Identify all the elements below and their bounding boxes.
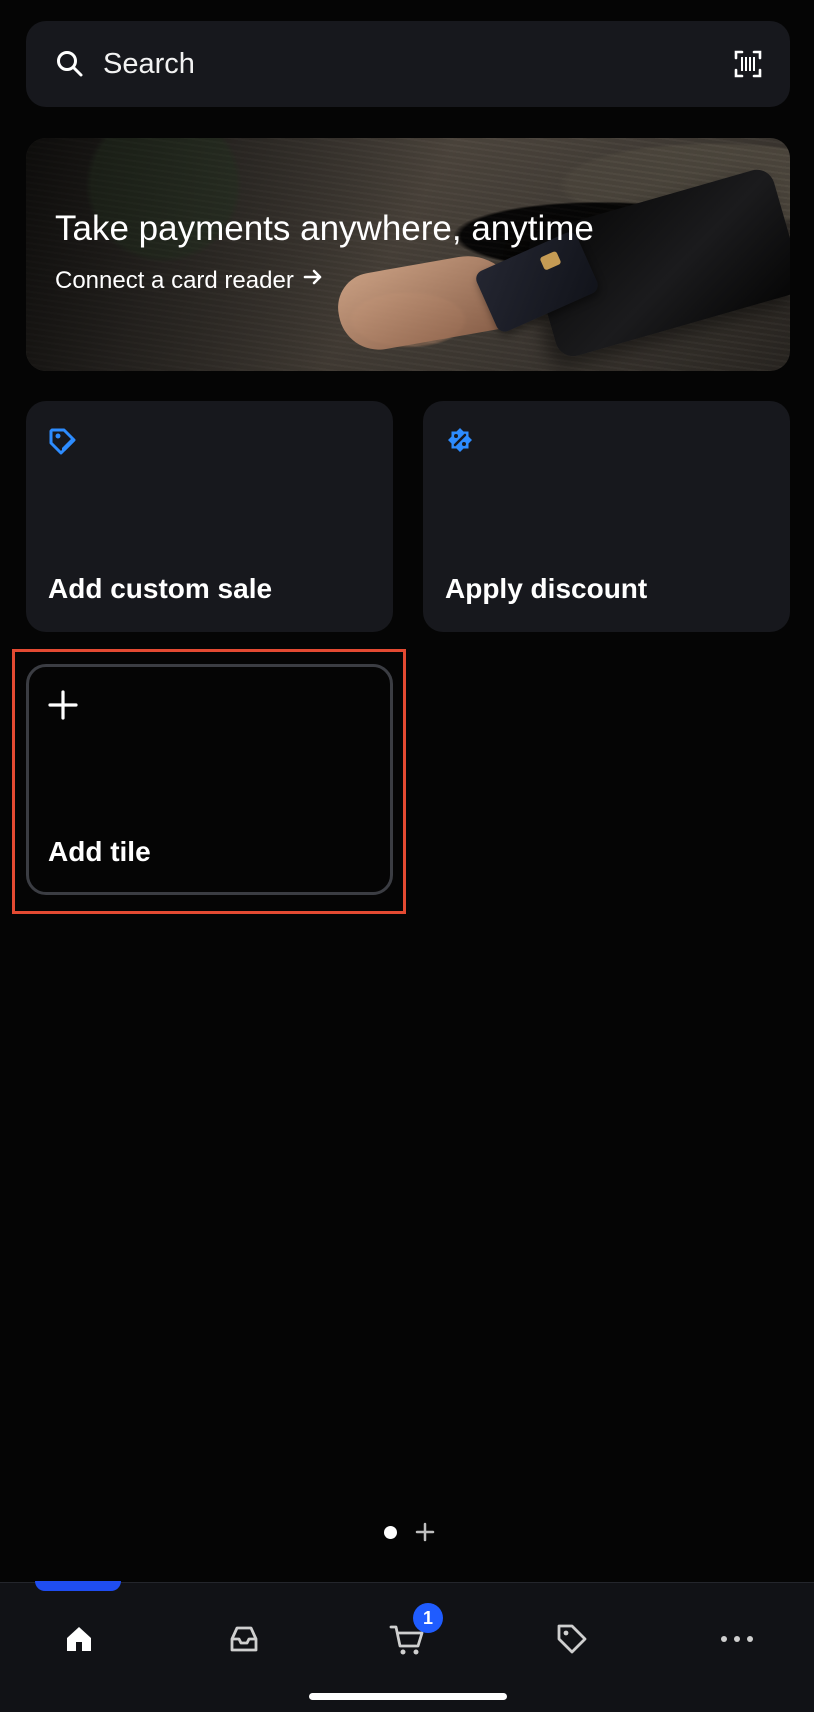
card-chip-icon bbox=[539, 250, 562, 271]
nav-home[interactable] bbox=[49, 1611, 109, 1671]
page-indicator bbox=[384, 1521, 436, 1543]
tile-label: Apply discount bbox=[445, 573, 648, 604]
connect-card-reader-link[interactable]: Connect a card reader bbox=[55, 266, 324, 296]
payment-banner[interactable]: Take payments anywhere, anytime Connect … bbox=[26, 138, 790, 371]
nav-inbox[interactable] bbox=[214, 1611, 274, 1671]
inbox-icon bbox=[226, 1621, 262, 1662]
banner-title: Take payments anywhere, anytime bbox=[55, 209, 594, 248]
nav-cart[interactable]: 1 bbox=[377, 1603, 443, 1671]
more-icon bbox=[719, 1632, 755, 1650]
tag-icon bbox=[554, 1621, 590, 1662]
tile-label: Add tile bbox=[48, 836, 151, 867]
plus-icon bbox=[46, 688, 80, 722]
search-icon bbox=[56, 50, 84, 78]
nav-tags[interactable] bbox=[542, 1611, 602, 1671]
active-tab-indicator bbox=[35, 1581, 121, 1591]
tile-label: Add custom sale bbox=[48, 573, 273, 604]
add-custom-sale-tile[interactable]: Add custom sale bbox=[26, 401, 393, 632]
arrow-right-icon bbox=[302, 266, 324, 296]
search-label: Search bbox=[103, 48, 195, 80]
cart-count-badge: 1 bbox=[413, 1603, 443, 1633]
banner-link-label: Connect a card reader bbox=[55, 267, 294, 294]
add-tile[interactable]: Add tile bbox=[26, 664, 393, 895]
home-icon bbox=[62, 1622, 96, 1661]
nav-more[interactable] bbox=[707, 1611, 767, 1671]
search-bar[interactable]: Search bbox=[26, 21, 790, 107]
home-indicator bbox=[309, 1693, 507, 1700]
plus-icon[interactable] bbox=[414, 1521, 436, 1543]
discount-badge-icon bbox=[443, 425, 477, 459]
barcode-scan-icon[interactable] bbox=[732, 48, 764, 80]
page-dot[interactable] bbox=[384, 1525, 397, 1539]
tag-edit-icon bbox=[46, 425, 80, 459]
apply-discount-tile[interactable]: Apply discount bbox=[423, 401, 790, 632]
